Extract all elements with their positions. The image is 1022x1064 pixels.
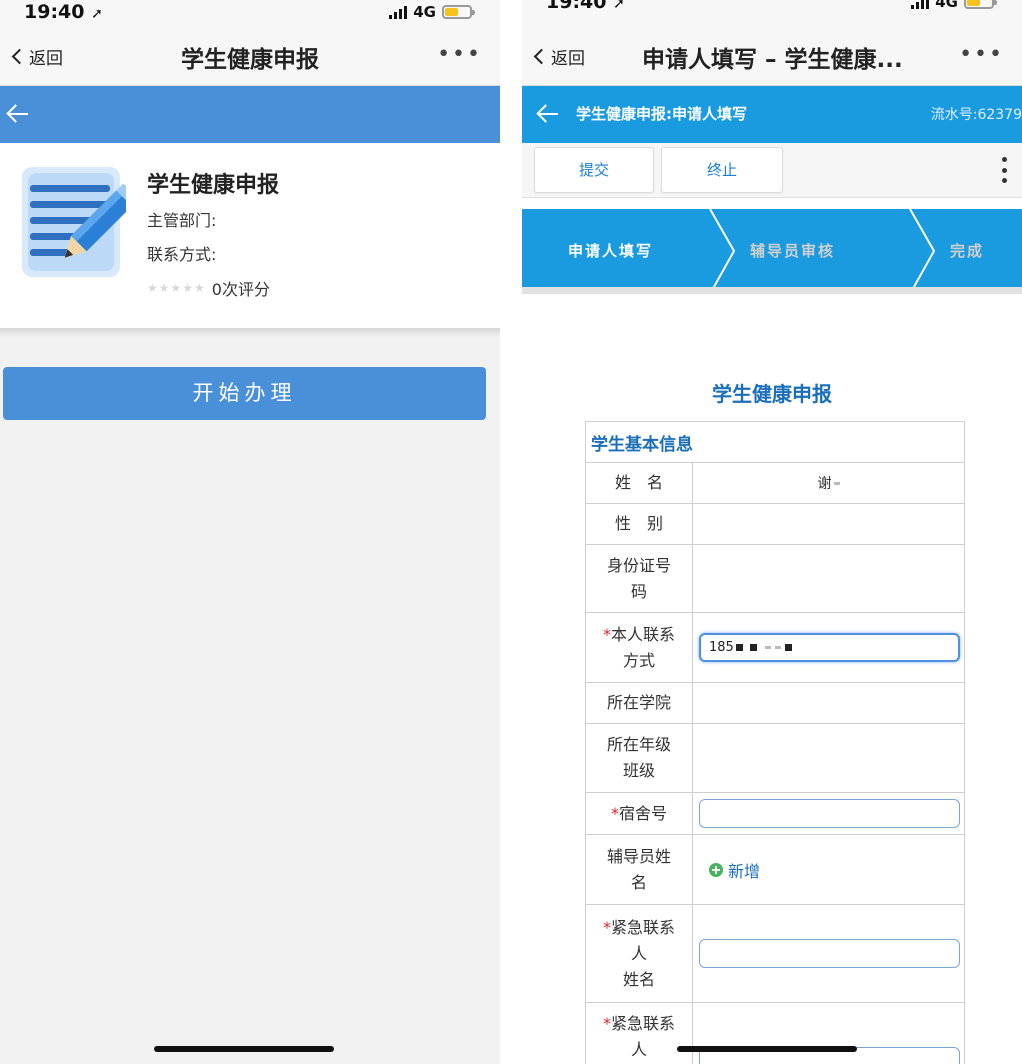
network-type: 4G <box>935 0 958 11</box>
gender-value <box>693 504 964 544</box>
counselor-cell: 新增 <box>693 835 964 904</box>
rating-text: 0次评分 <box>211 280 270 299</box>
nav-bar: 返回 申请人填写 – 学生健康... ••• <box>522 28 1022 86</box>
field-label: 身份证号 码 <box>586 545 693 612</box>
field-label: *本人联系 方式 <box>586 613 693 682</box>
step-done: 完成 <box>950 242 985 260</box>
status-time: 19:40 ➚ <box>546 0 625 16</box>
nav-bar: 返回 学生健康申报 ••• <box>0 28 500 86</box>
back-button[interactable]: 返回 <box>533 44 585 69</box>
emergency-next-cell <box>693 1003 964 1064</box>
form-section-header: 学生基本信息 <box>585 421 965 463</box>
back-label: 返回 <box>29 49 63 69</box>
status-indicators: 4G <box>911 0 997 12</box>
row-phone: *本人联系 方式 185 <box>585 613 965 683</box>
field-label: *宿舍号 <box>586 793 693 834</box>
field-label: 辅导员姓 名 <box>586 835 693 904</box>
right-screen: 19:40 ➚ 4G 返回 申请人填写 – 学生健康... ••• 学生健康申报… <box>522 0 1022 1064</box>
field-label: 所在年级 班级 <box>586 724 693 792</box>
submit-button[interactable]: 提交 <box>534 147 654 193</box>
action-toolbar: 提交 终止 <box>522 143 1022 198</box>
id-number-value <box>693 545 964 612</box>
add-label: 新增 <box>728 861 761 881</box>
row-counselor: 辅导员姓 名 新增 <box>585 835 965 905</box>
name-value: 谢 <box>693 463 964 503</box>
status-bar: 19:40 ➚ 4G <box>0 0 500 28</box>
add-counselor-button[interactable]: 新增 <box>699 858 760 882</box>
form-title: 学生健康申报 <box>712 382 832 406</box>
contact-label: 联系方式: <box>147 245 217 264</box>
college-value <box>693 683 964 723</box>
battery-icon <box>442 5 475 19</box>
home-indicator[interactable] <box>677 1046 857 1052</box>
status-time: 19:40 ➚ <box>24 1 103 23</box>
rating: ★★★★★ 0次评分 <box>147 276 270 300</box>
step-counselor: 辅导员审核 <box>750 242 836 260</box>
location-arrow-icon: ➚ <box>613 0 625 12</box>
field-label: *紧急联系 人 <box>586 1003 693 1064</box>
department-label: 主管部门: <box>147 211 217 230</box>
field-label: *紧急联系 人 姓名 <box>586 905 693 1002</box>
phone-input[interactable]: 185 <box>699 633 960 662</box>
card-shadow <box>0 329 500 337</box>
back-label: 返回 <box>551 49 585 69</box>
page-title: 学生健康申报 <box>181 47 319 73</box>
row-id-number: 身份证号 码 <box>585 545 965 613</box>
serial-number: 流水号:62379 <box>930 107 1022 123</box>
status-indicators: 4G <box>389 2 475 22</box>
step-applicant: 申请人填写 <box>568 242 654 260</box>
battery-icon <box>964 0 997 9</box>
row-college: 所在学院 <box>585 683 965 724</box>
row-gender: 性 别 <box>585 504 965 545</box>
signal-icon <box>911 0 930 9</box>
arrow-left-icon[interactable] <box>6 102 32 126</box>
field-label: 所在学院 <box>586 683 693 723</box>
phone-cell: 185 <box>693 613 964 682</box>
row-emergency-name: *紧急联系 人 姓名 <box>585 905 965 1003</box>
grade-class-value <box>693 724 964 792</box>
more-dots-icon[interactable]: ••• <box>437 44 482 66</box>
left-screen: 19:40 ➚ 4G 返回 学生健康申报 ••• 学生健康申报 主管部门: 联系… <box>0 0 500 1064</box>
status-bar: 19:40 ➚ 4G <box>522 0 1022 28</box>
document-pencil-icon <box>22 167 126 277</box>
more-dots-icon[interactable]: ••• <box>959 44 1004 66</box>
location-arrow-icon: ➚ <box>91 6 103 22</box>
emergency-name-input[interactable] <box>699 939 960 968</box>
emergency-name-cell <box>693 905 964 1002</box>
plus-circle-icon <box>709 862 723 877</box>
app-bar: 学生健康申报:申请人填写 流水号:62379 <box>522 86 1022 143</box>
stop-button[interactable]: 终止 <box>661 147 783 193</box>
service-card: 学生健康申报 主管部门: 联系方式: ★★★★★ 0次评分 <box>0 143 500 329</box>
star-icon: ★★★★★ <box>147 281 206 295</box>
arrow-left-icon[interactable] <box>536 102 562 126</box>
page-title: 申请人填写 – 学生健康... <box>642 47 903 73</box>
row-grade-class: 所在年级 班级 <box>585 724 965 793</box>
dorm-input[interactable] <box>699 799 960 828</box>
network-type: 4G <box>413 3 436 21</box>
home-indicator[interactable] <box>154 1046 334 1052</box>
row-dorm: *宿舍号 <box>585 793 965 835</box>
app-bar <box>0 86 500 143</box>
app-bar-title: 学生健康申报:申请人填写 <box>576 105 747 123</box>
progress-steps: 申请人填写 辅导员审核 完成 <box>522 209 1022 294</box>
student-info-form: 学生基本信息 姓 名 谢 性 别 身份证号 码 *本人联系 方式 185 所在学… <box>585 421 965 1064</box>
kebab-menu-icon[interactable] <box>1001 157 1007 183</box>
service-title: 学生健康申报 <box>147 173 280 198</box>
dorm-cell <box>693 793 964 834</box>
back-chevron-icon <box>533 48 550 65</box>
row-name: 姓 名 谢 <box>585 463 965 504</box>
screen-gutter <box>500 0 522 1064</box>
field-label: 姓 名 <box>586 463 693 503</box>
back-chevron-icon <box>11 48 28 65</box>
row-emergency-next: *紧急联系 人 <box>585 1003 965 1064</box>
back-button[interactable]: 返回 <box>11 44 63 69</box>
field-label: 性 别 <box>586 504 693 544</box>
signal-icon <box>389 5 408 19</box>
start-button[interactable]: 开始办理 <box>3 367 486 420</box>
